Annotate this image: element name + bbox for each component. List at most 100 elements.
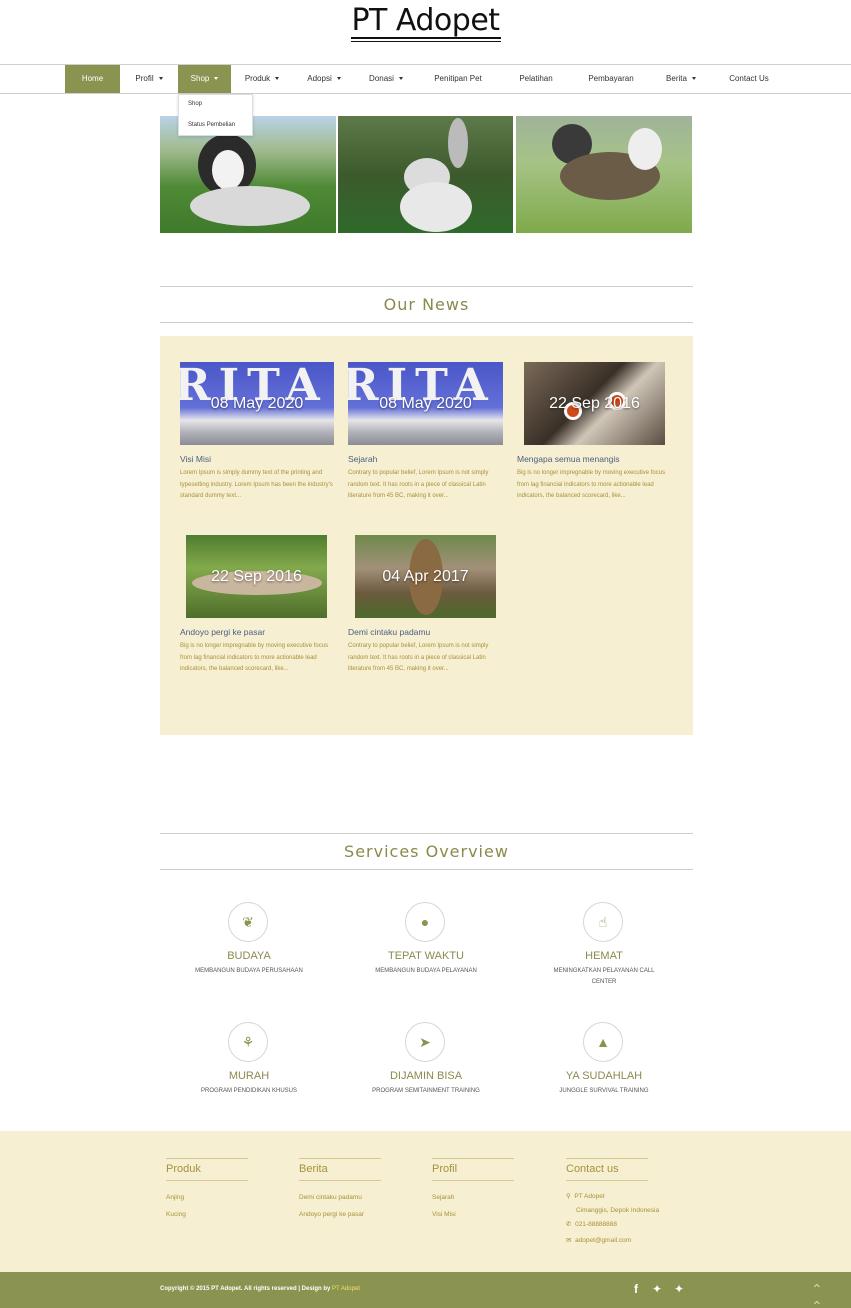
chevron-down-icon [398,77,403,81]
news-title[interactable]: Andoyo pergi ke pasar [180,627,265,637]
graduation-cap-icon: ▲ [583,1022,623,1062]
service-subtitle: MEMBANGUN BUDAYA PELAYANAN [375,968,477,974]
hero-image-malamute [516,116,692,233]
service-title: TEPAT WAKTU [388,950,464,962]
phone-icon: ✆ [566,1221,572,1228]
footer-heading: Berita [299,1158,381,1181]
nav-pelatihan[interactable]: Pelatihan [504,65,568,93]
map-marker-icon: ⚲ [566,1193,571,1200]
thumbs-up-icon: ☝ [583,902,623,942]
designer-link[interactable]: PT Adopet [332,1286,360,1292]
nav-donasi[interactable]: Donasi [355,65,417,93]
news-title[interactable]: Visi Misi [180,454,211,464]
news-thumbnail[interactable]: RITA 08 May 2020 [180,362,334,445]
service-subtitle: MEMBANGUN BUDAYA PERUSAHAAN [195,968,303,974]
chevron-down-icon [691,77,696,81]
footer-link[interactable]: Demi cintaku padamu [299,1194,362,1201]
copyright-label: Copyright © 2015 PT Adopet. All rights r… [160,1286,331,1292]
footer-company-name: PT Adopet [574,1193,605,1200]
footer-link[interactable]: Anjing [166,1194,184,1201]
chevron-down-icon [336,77,341,81]
leaf-icon: ❦ [228,902,268,942]
chevron-down-icon [214,77,219,81]
news-date: 08 May 2020 [210,394,304,412]
nav-produk[interactable]: Produk [231,65,293,93]
chevron-down-icon [275,77,280,81]
news-date: 22 Sep 2016 [549,394,640,412]
news-thumbnail[interactable]: 22 Sep 2016 [186,535,327,618]
news-excerpt: Contrary to popular belief, Lorem Ipsum … [348,470,489,499]
service-subtitle: PROGRAM SEMITAINMENT TRAINING [372,1088,480,1094]
nav-contact-label: Contact Us [729,74,769,83]
footer-address: Cimanggis, Depok Indonesia [576,1207,660,1214]
service-title: MURAH [228,1070,270,1082]
nav-home[interactable]: Home [65,65,120,93]
footer-phone: ✆ 021-88888888 [566,1220,617,1228]
news-thumbnail[interactable]: RITA 08 May 2020 [348,362,503,445]
nav-adopsi[interactable]: Adopsi [293,65,355,93]
plant-icon: ⚘ [228,1022,268,1062]
news-excerpt: Lorem Ipsum is simply dummy text of the … [180,470,333,499]
nav-adopsi-label: Adopsi [307,74,332,83]
nav-profil-label: Profil [135,74,154,83]
nav-profil[interactable]: Profil [120,65,178,93]
news-excerpt: Big is no longer impregnable by moving e… [517,470,666,499]
dropdown-item-status-pembelian[interactable]: Status Pembelian [188,122,235,128]
footer-heading: Profil [432,1158,514,1181]
news-date: 22 Sep 2016 [211,567,302,585]
site-footer: Produk Anjing Kucing Berita Demi cintaku… [0,1131,851,1272]
service-title: BUDAYA [227,950,271,962]
envelope-icon: ✉ [566,1237,572,1244]
site-logo[interactable]: PT Adopet [351,3,500,38]
footer-heading: Produk [166,1158,248,1181]
news-title[interactable]: Mengapa semua menangis [517,454,620,464]
nav-shop[interactable]: Shop [178,65,231,93]
news-date: 08 May 2020 [379,394,472,412]
twitter-icon[interactable]: ✦ [674,1282,684,1296]
nav-contact-us[interactable]: Contact Us [718,65,780,93]
nav-shop-label: Shop [190,74,210,83]
logo-underline-thin [351,41,501,42]
service-title: YA SUDAHLAH [565,1070,643,1082]
news-excerpt: Big is no longer impregnable by moving e… [180,643,329,672]
shop-dropdown: Shop Status Pembelian [178,94,253,136]
nav-penitipan-pet[interactable]: Penitipan Pet [418,65,498,93]
main-nav: Home Profil Shop Produk Adopsi Donasi Pe… [0,64,851,94]
footer-link[interactable]: Sejarah [432,1194,454,1201]
nav-berita-label: Berita [666,74,687,83]
facebook-icon[interactable]: f [634,1282,638,1296]
service-subtitle: PROGRAM PENDIDIKAN KHUSUS [200,1088,297,1094]
footer-link[interactable]: Visi Misi [432,1211,456,1218]
news-date: 04 Apr 2017 [382,567,469,585]
nav-penitipan-label: Penitipan Pet [434,74,482,83]
nav-donasi-label: Donasi [369,74,394,83]
nav-berita[interactable]: Berita [652,65,710,93]
nav-pembayaran[interactable]: Pembayaran [576,65,646,93]
paper-plane-icon: ➤ [405,1022,445,1062]
footer-email-address[interactable]: adopet@gmail.com [575,1237,631,1244]
footer-link[interactable]: Kucing [166,1211,186,1218]
hero-image-cat [338,116,513,233]
footer-heading: Contact us [566,1158,648,1181]
dropdown-item-shop[interactable]: Shop [188,101,202,107]
news-thumbnail[interactable]: 04 Apr 2017 [355,535,496,618]
copyright-bar: Copyright © 2015 PT Adopet. All rights r… [0,1272,851,1308]
news-excerpt: Contrary to popular belief, Lorem Ipsum … [348,643,489,672]
service-subtitle: JUNGGLE SURVIVAL TRAINING [559,1088,649,1094]
service-title: DIJAMIN BISA [389,1070,463,1082]
scroll-to-top-icon[interactable]: ⌃ ⌃ [811,1281,823,1308]
footer-email[interactable]: ✉ adopet@gmail.com [566,1236,631,1244]
chevron-down-icon [158,77,163,81]
twitter-icon[interactable]: ✦ [652,1282,662,1296]
service-subtitle: MENINGKATKAN PELAYANAN CALL CENTER [553,968,655,985]
nav-home-label: Home [81,74,104,83]
service-title: HEMAT [585,950,623,962]
news-section-title: Our News [160,286,693,323]
news-thumbnail[interactable]: 22 Sep 2016 [524,362,665,445]
services-section-title: Services Overview [160,833,693,870]
nav-pelatihan-label: Pelatihan [519,74,553,83]
news-title[interactable]: Demi cintaku padamu [348,627,430,637]
news-title[interactable]: Sejarah [348,454,377,464]
nav-produk-label: Produk [244,74,271,83]
footer-link[interactable]: Andoyo pergi ke pasar [299,1211,364,1218]
